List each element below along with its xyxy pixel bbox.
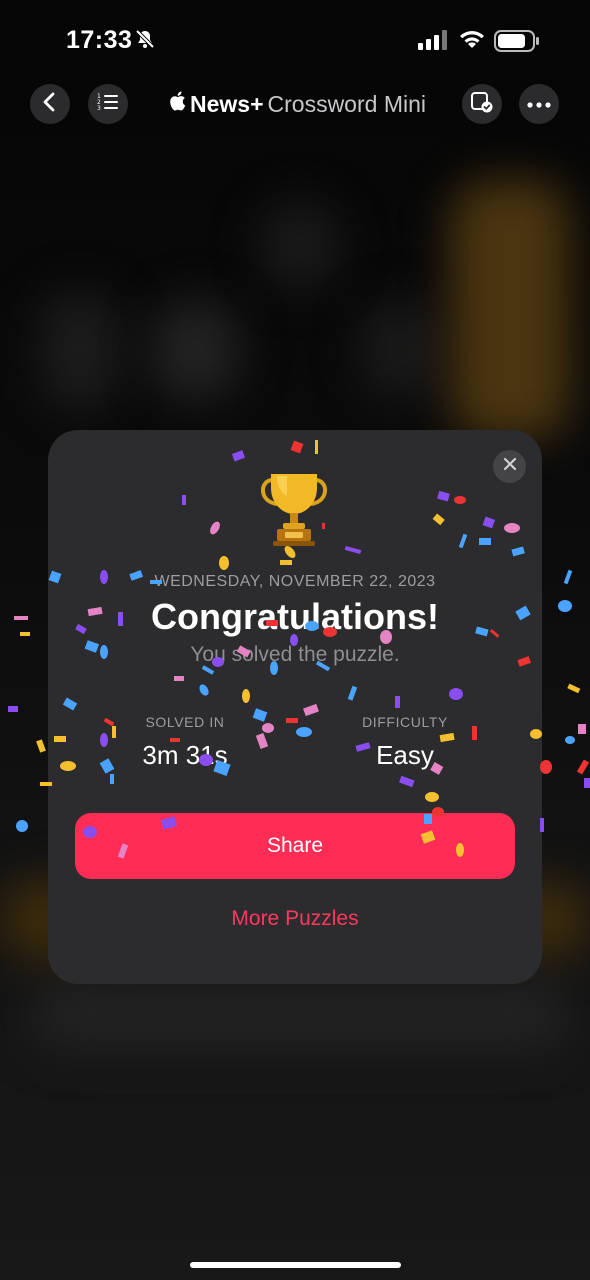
bell-off-icon: [134, 28, 156, 55]
close-button[interactable]: [493, 450, 526, 483]
back-button[interactable]: [30, 84, 70, 124]
status-time: 17:33: [66, 26, 133, 54]
congratulations-modal: WEDNESDAY, NOVEMBER 22, 2023 Congratulat…: [48, 430, 542, 984]
battery-icon: [494, 30, 540, 57]
more-icon: [527, 95, 551, 113]
screen: 17:33 1 2 3 News+ Crossword Mini WEDNESD…: [0, 0, 590, 1280]
puzzle-list-button[interactable]: 1 2 3: [88, 84, 128, 124]
more-puzzles-link[interactable]: More Puzzles: [48, 907, 542, 931]
trophy-icon: [253, 468, 335, 555]
difficulty-label: DIFFICULTY: [362, 714, 448, 730]
difficulty-value: Easy: [376, 740, 434, 770]
nav-bar: 1 2 3 News+ Crossword Mini: [0, 84, 590, 124]
check-puzzle-button[interactable]: [462, 84, 502, 124]
close-icon: [503, 457, 517, 476]
status-bar: 17:33: [0, 22, 590, 62]
home-indicator[interactable]: [190, 1262, 401, 1268]
check-screen-icon: [470, 91, 494, 118]
svg-text:3: 3: [97, 105, 101, 112]
difficulty-stat: DIFFICULTY Easy: [305, 714, 505, 771]
more-options-button[interactable]: [519, 84, 559, 124]
nav-subtitle: Crossword Mini: [267, 90, 426, 117]
signal-icon: [418, 30, 448, 55]
wifi-icon: [458, 28, 486, 55]
solved-message: You solved the puzzle.: [190, 643, 400, 666]
news-plus-brand: News+: [190, 90, 264, 117]
puzzle-date: WEDNESDAY, NOVEMBER 22, 2023: [154, 573, 436, 590]
congrats-headline: Congratulations!: [151, 596, 439, 637]
apple-logo-icon: [168, 90, 186, 118]
solved-in-label: SOLVED IN: [145, 714, 225, 730]
back-chevron-icon: [41, 92, 59, 117]
solved-in-stat: SOLVED IN 3m 31s: [85, 714, 285, 771]
list-icon: 1 2 3: [97, 92, 119, 117]
share-button[interactable]: Share: [75, 813, 515, 879]
nav-title: News+ Crossword Mini: [168, 90, 426, 118]
solved-in-value: 3m 31s: [142, 740, 228, 770]
